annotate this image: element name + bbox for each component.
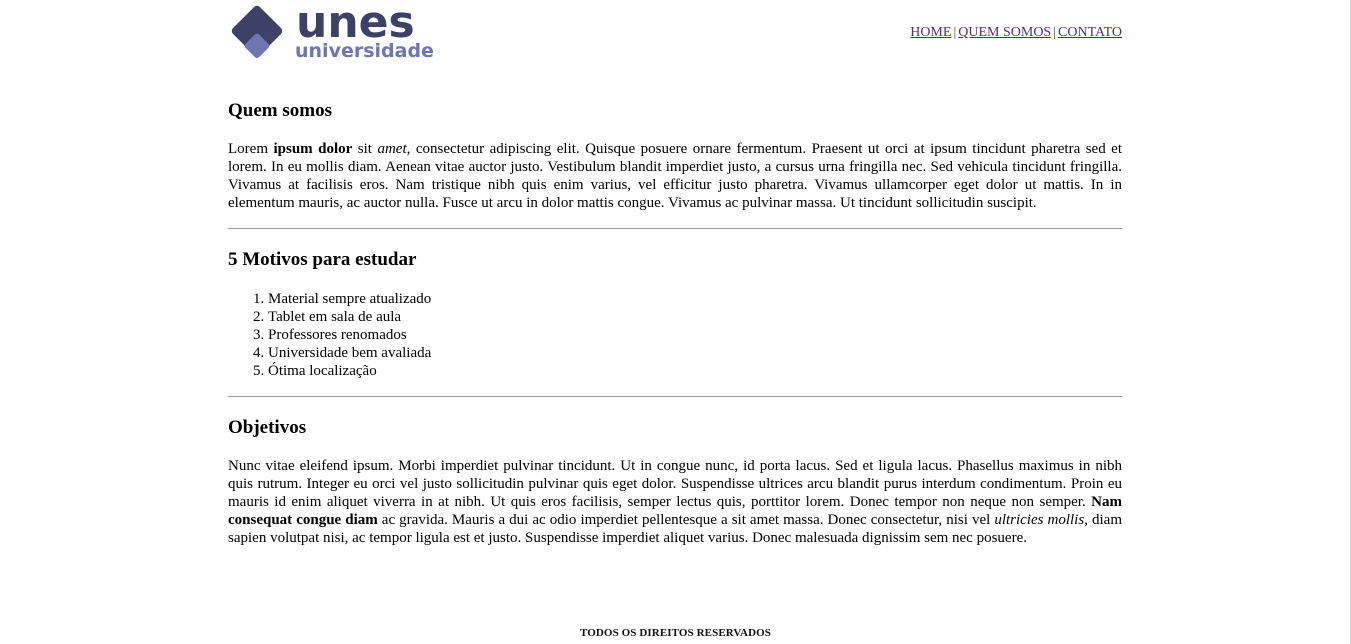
section-motivos: 5 Motivos para estudar Material sempre a…: [228, 249, 1122, 380]
list-item: Universidade bem avaliada: [268, 344, 1122, 362]
nav-home-link[interactable]: HOME: [910, 25, 951, 40]
top-nav: HOME | QUEM SOMOS | CONTATO: [910, 25, 1122, 41]
unes-logo-icon: unes universidade: [231, 2, 434, 62]
list-item: Professores renomados: [268, 326, 1122, 344]
nav-separator: |: [953, 25, 957, 40]
site-header: unes universidade HOME | QUEM SOMOS | CONTAT…: [228, 0, 1122, 72]
text-run: Lorem: [228, 141, 274, 157]
page-container: unes universidade HOME | QUEM SOMOS | CONTAT…: [228, 0, 1122, 547]
text-run: ac gravida. Mauris a dui ac odio imperdi…: [377, 512, 995, 528]
italic-text: amet: [377, 141, 407, 157]
list-item: Ótima localização: [268, 362, 1122, 380]
quem-somos-paragraph: Lorem ipsum dolor sit amet, consectetur …: [228, 140, 1122, 212]
section-title: 5 Motivos para estudar: [228, 249, 417, 270]
section-objetivos: Objetivos Nunc vitae eleifend ipsum. Mor…: [228, 417, 1122, 547]
nav-contato-link[interactable]: CONTATO: [1058, 25, 1122, 40]
bold-text: ipsum dolor: [273, 141, 353, 157]
text-run: sit: [352, 141, 378, 157]
italic-text: ultricies mollis: [994, 512, 1085, 528]
section-title: Objetivos: [228, 417, 307, 438]
list-item: Material sempre atualizado: [268, 290, 1122, 308]
logo-subword: universidade: [295, 40, 434, 62]
unes-logo[interactable]: unes universidade: [228, 2, 443, 62]
nav-quem-somos-link[interactable]: QUEM SOMOS: [958, 25, 1051, 40]
divider: [228, 396, 1122, 397]
list-item: Tablet em sala de aula: [268, 308, 1122, 326]
objetivos-paragraph: Nunc vitae eleifend ipsum. Morbi imperdi…: [228, 457, 1122, 547]
divider: [228, 228, 1122, 229]
site-footer: TODOS OS DIREITOS RESERVADOS: [579, 627, 771, 639]
motivos-list: Material sempre atualizado Tablet em sal…: [228, 290, 1122, 380]
text-run: Nunc vitae eleifend ipsum. Morbi imperdi…: [228, 458, 1122, 510]
nav-separator: |: [1053, 25, 1057, 40]
section-quem-somos: Quem somos Lorem ipsum dolor sit amet, c…: [228, 100, 1122, 212]
section-title: Quem somos: [228, 100, 332, 121]
